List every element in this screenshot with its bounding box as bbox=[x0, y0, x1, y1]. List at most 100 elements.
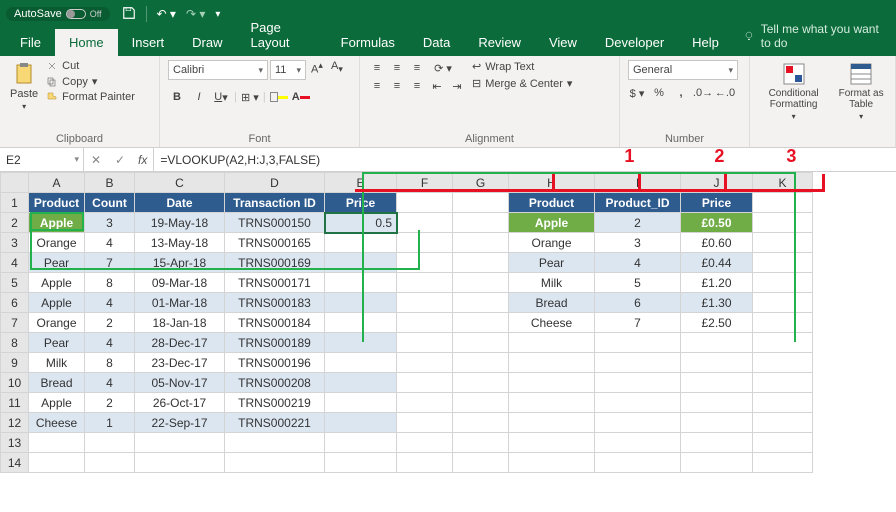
cell-K6[interactable] bbox=[753, 293, 813, 313]
cell-J6[interactable]: £1.30 bbox=[681, 293, 753, 313]
cell-D1[interactable]: Transaction ID bbox=[225, 193, 325, 213]
cell-G2[interactable] bbox=[453, 213, 509, 233]
font-color-button[interactable]: A bbox=[292, 88, 310, 106]
cell-D2[interactable]: TRNS000150 bbox=[225, 213, 325, 233]
cell-F14[interactable] bbox=[397, 453, 453, 473]
tab-help[interactable]: Help bbox=[678, 29, 733, 56]
cell-I9[interactable] bbox=[595, 353, 681, 373]
cell-G10[interactable] bbox=[453, 373, 509, 393]
cell-F5[interactable] bbox=[397, 273, 453, 293]
cell-H2[interactable]: Apple bbox=[509, 213, 595, 233]
wrap-text-button[interactable]: ↩Wrap Text bbox=[472, 60, 572, 73]
cell-B9[interactable]: 8 bbox=[85, 353, 135, 373]
row-header-11[interactable]: 11 bbox=[1, 393, 29, 413]
cell-B13[interactable] bbox=[85, 433, 135, 453]
cell-H11[interactable] bbox=[509, 393, 595, 413]
cut-button[interactable]: Cut bbox=[46, 60, 135, 72]
cell-D13[interactable] bbox=[225, 433, 325, 453]
cell-I3[interactable]: 3 bbox=[595, 233, 681, 253]
fill-color-button[interactable] bbox=[270, 88, 288, 106]
cell-C8[interactable]: 28-Dec-17 bbox=[135, 333, 225, 353]
conditional-formatting-button[interactable]: Conditional Formatting▾ bbox=[758, 60, 829, 123]
cell-C2[interactable]: 19-May-18 bbox=[135, 213, 225, 233]
cell-C10[interactable]: 05-Nov-17 bbox=[135, 373, 225, 393]
cell-D3[interactable]: TRNS000165 bbox=[225, 233, 325, 253]
cell-B6[interactable]: 4 bbox=[85, 293, 135, 313]
cell-J1[interactable]: Price bbox=[681, 193, 753, 213]
cell-I6[interactable]: 6 bbox=[595, 293, 681, 313]
cell-F12[interactable] bbox=[397, 413, 453, 433]
cell-B1[interactable]: Count bbox=[85, 193, 135, 213]
cell-E10[interactable] bbox=[325, 373, 397, 393]
cell-C4[interactable]: 15-Apr-18 bbox=[135, 253, 225, 273]
format-as-table-button[interactable]: Format as Table▾ bbox=[835, 60, 887, 123]
cell-E1[interactable]: Price bbox=[325, 193, 397, 213]
cell-G11[interactable] bbox=[453, 393, 509, 413]
cell-A7[interactable]: Orange bbox=[29, 313, 85, 333]
increase-decimal-button[interactable]: .0→ bbox=[694, 84, 712, 102]
cell-G3[interactable] bbox=[453, 233, 509, 253]
cell-D6[interactable]: TRNS000183 bbox=[225, 293, 325, 313]
cell-F4[interactable] bbox=[397, 253, 453, 273]
cell-D4[interactable]: TRNS000169 bbox=[225, 253, 325, 273]
cell-F7[interactable] bbox=[397, 313, 453, 333]
cell-H7[interactable]: Cheese bbox=[509, 313, 595, 333]
grow-font-icon[interactable]: A▴ bbox=[308, 60, 326, 80]
cell-A6[interactable]: Apple bbox=[29, 293, 85, 313]
col-header-J[interactable]: J bbox=[681, 173, 753, 193]
cell-A10[interactable]: Bread bbox=[29, 373, 85, 393]
cell-A8[interactable]: Pear bbox=[29, 333, 85, 353]
cell-E7[interactable] bbox=[325, 313, 397, 333]
cell-K2[interactable] bbox=[753, 213, 813, 233]
paste-button[interactable]: Paste▾ bbox=[8, 60, 40, 113]
cell-C14[interactable] bbox=[135, 453, 225, 473]
cell-A13[interactable] bbox=[29, 433, 85, 453]
decrease-decimal-button[interactable]: ←.0 bbox=[716, 84, 734, 102]
cell-C6[interactable]: 01-Mar-18 bbox=[135, 293, 225, 313]
cell-A14[interactable] bbox=[29, 453, 85, 473]
cell-G7[interactable] bbox=[453, 313, 509, 333]
tab-file[interactable]: File bbox=[6, 29, 55, 56]
row-header-6[interactable]: 6 bbox=[1, 293, 29, 313]
row-header-7[interactable]: 7 bbox=[1, 313, 29, 333]
cell-D10[interactable]: TRNS000208 bbox=[225, 373, 325, 393]
cell-J12[interactable] bbox=[681, 413, 753, 433]
cell-I12[interactable] bbox=[595, 413, 681, 433]
underline-button[interactable]: U ▾ bbox=[212, 88, 230, 106]
save-icon[interactable] bbox=[122, 6, 136, 23]
cell-A12[interactable]: Cheese bbox=[29, 413, 85, 433]
row-header-4[interactable]: 4 bbox=[1, 253, 29, 273]
col-header-C[interactable]: C bbox=[135, 173, 225, 193]
tab-insert[interactable]: Insert bbox=[118, 29, 179, 56]
cell-J13[interactable] bbox=[681, 433, 753, 453]
cell-K11[interactable] bbox=[753, 393, 813, 413]
cell-F2[interactable] bbox=[397, 213, 453, 233]
cell-F8[interactable] bbox=[397, 333, 453, 353]
cell-F10[interactable] bbox=[397, 373, 453, 393]
tab-home[interactable]: Home bbox=[55, 29, 118, 56]
cell-I2[interactable]: 2 bbox=[595, 213, 681, 233]
cell-D11[interactable]: TRNS000219 bbox=[225, 393, 325, 413]
spreadsheet-grid[interactable]: ABCDEFGHIJK1ProductCountDateTransaction … bbox=[0, 172, 896, 473]
cell-G14[interactable] bbox=[453, 453, 509, 473]
accept-formula-icon[interactable]: ✓ bbox=[108, 153, 132, 167]
cell-E13[interactable] bbox=[325, 433, 397, 453]
col-header-K[interactable]: K bbox=[753, 173, 813, 193]
qat-more-icon[interactable]: ▾ bbox=[215, 9, 220, 20]
cell-H12[interactable] bbox=[509, 413, 595, 433]
row-header-13[interactable]: 13 bbox=[1, 433, 29, 453]
cell-K4[interactable] bbox=[753, 253, 813, 273]
cell-K3[interactable] bbox=[753, 233, 813, 253]
col-header-G[interactable]: G bbox=[453, 173, 509, 193]
cell-F9[interactable] bbox=[397, 353, 453, 373]
cell-I13[interactable] bbox=[595, 433, 681, 453]
format-painter-button[interactable]: Format Painter bbox=[46, 91, 135, 103]
cell-K1[interactable] bbox=[753, 193, 813, 213]
cancel-formula-icon[interactable]: ✕ bbox=[84, 153, 108, 167]
cell-B10[interactable]: 4 bbox=[85, 373, 135, 393]
row-header-1[interactable]: 1 bbox=[1, 193, 29, 213]
cell-K5[interactable] bbox=[753, 273, 813, 293]
cell-J4[interactable]: £0.44 bbox=[681, 253, 753, 273]
number-format-combo[interactable]: General bbox=[628, 60, 738, 80]
cell-G1[interactable] bbox=[453, 193, 509, 213]
